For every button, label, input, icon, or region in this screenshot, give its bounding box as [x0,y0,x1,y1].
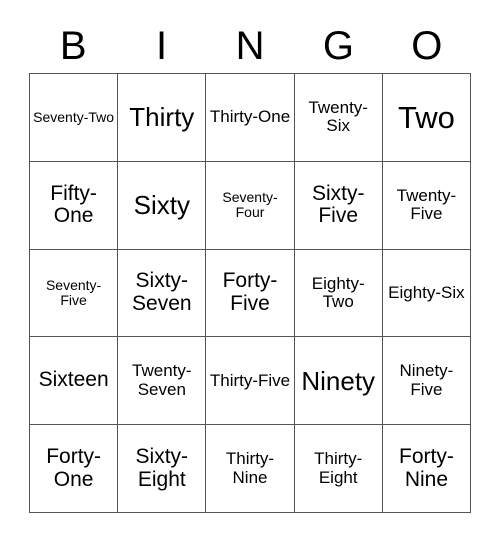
bingo-cell[interactable]: Sixty-Seven [118,249,207,338]
bingo-header-o: O [411,23,443,68]
bingo-cell[interactable]: Sixty-Eight [118,425,207,513]
bingo-cell[interactable]: Thirty-Nine [206,425,295,513]
bingo-cell[interactable]: Seventy-Five [30,249,119,338]
bingo-cell[interactable]: Ninety-Five [382,337,472,426]
bingo-cell-label: Forty-One [46,444,102,491]
bingo-cell-label: Forty-Five [222,269,278,315]
bingo-cell-label: Sixty-Five [311,181,365,228]
bingo-grid: Seventy-Two Thirty Thirty-One Twenty-Six… [29,73,472,513]
bingo-cell-label: Forty-Nine [399,444,454,491]
bingo-cell[interactable]: Forty-Nine [382,425,472,513]
bingo-cell[interactable]: Ninety [294,337,383,426]
bingo-header-n: N [235,23,265,68]
bingo-row: Fifty-One Sixty Seventy-Four Sixty-Five … [30,161,472,250]
bingo-cell[interactable]: Forty-One [30,425,119,513]
bingo-cell-label: Thirty-Five [209,370,291,390]
bingo-cell-label: Ninety [301,365,376,396]
bingo-cell[interactable]: Thirty-Five [206,337,295,426]
bingo-cell-label: Sixty-Seven [132,269,192,315]
bingo-cell[interactable]: Eighty-Two [294,249,383,338]
bingo-cell-label: Twenty-Seven [132,361,192,399]
bingo-cell-label: Fifty-One [50,181,97,228]
bingo-cell[interactable]: Twenty-Five [382,161,472,250]
bingo-cell-label: Seventy-Four [222,189,278,221]
bingo-row: Sixteen Twenty-Seven Thirty-Five Ninety … [30,337,472,426]
bingo-row: Forty-One Sixty-Eight Thirty-Nine Thirty… [30,425,472,513]
bingo-cell[interactable]: Twenty-Six [294,74,383,162]
bingo-header-b: B [59,23,87,68]
bingo-row: Seventy-Five Sixty-Seven Forty-Five Eigh… [30,249,472,338]
bingo-cell-label: Eighty-Two [311,273,365,311]
bingo-cell[interactable]: Eighty-Six [382,249,472,338]
bingo-cell[interactable]: Sixty [118,161,207,250]
bingo-cell-label: Twenty-Five [396,185,457,224]
bingo-cell-label: Twenty-Six [308,98,368,136]
bingo-cell[interactable]: Seventy-Two [30,74,119,162]
bingo-row: Seventy-Two Thirty Thirty-One Twenty-Six… [30,74,472,162]
bingo-cell-label: Thirty-Nine [225,449,275,487]
bingo-cell-label: Seventy-Five [45,276,102,308]
bingo-header-i: I [156,23,168,68]
bingo-cell[interactable]: Fifty-One [30,161,119,250]
bingo-cell-label: Thirty [129,102,195,133]
bingo-cell-label: Thirty-One [209,107,291,127]
bingo-cell-label: Sixty-Eight [135,444,189,491]
bingo-cell-label: Eighty-Six [388,282,465,302]
bingo-cell-label: Seventy-Two [33,108,115,125]
bingo-cell[interactable]: Thirty-One [206,74,295,162]
bingo-cell[interactable]: Twenty-Seven [118,337,207,426]
bingo-cell[interactable]: Thirty [118,74,207,162]
bingo-header-g: G [322,23,354,68]
bingo-cell[interactable]: Forty-Five [206,249,295,338]
bingo-cell[interactable]: Two [382,74,472,162]
bingo-cell-label: Two [397,99,455,135]
bingo-card: B I N G O Seventy-Two Thirty Thirty-One … [0,0,500,544]
bingo-header-row: B I N G O [29,18,471,73]
bingo-cell-label: Ninety-Five [399,361,454,399]
bingo-cell[interactable]: Thirty-Eight [294,425,383,513]
bingo-cell[interactable]: Sixty-Five [294,161,383,250]
bingo-cell[interactable]: Seventy-Four [206,161,295,250]
bingo-cell-label: Sixteen [38,368,109,392]
bingo-cell-label: Thirty-Eight [314,449,363,487]
bingo-cell[interactable]: Sixteen [30,337,119,426]
bingo-cell-label: Sixty [133,190,190,221]
